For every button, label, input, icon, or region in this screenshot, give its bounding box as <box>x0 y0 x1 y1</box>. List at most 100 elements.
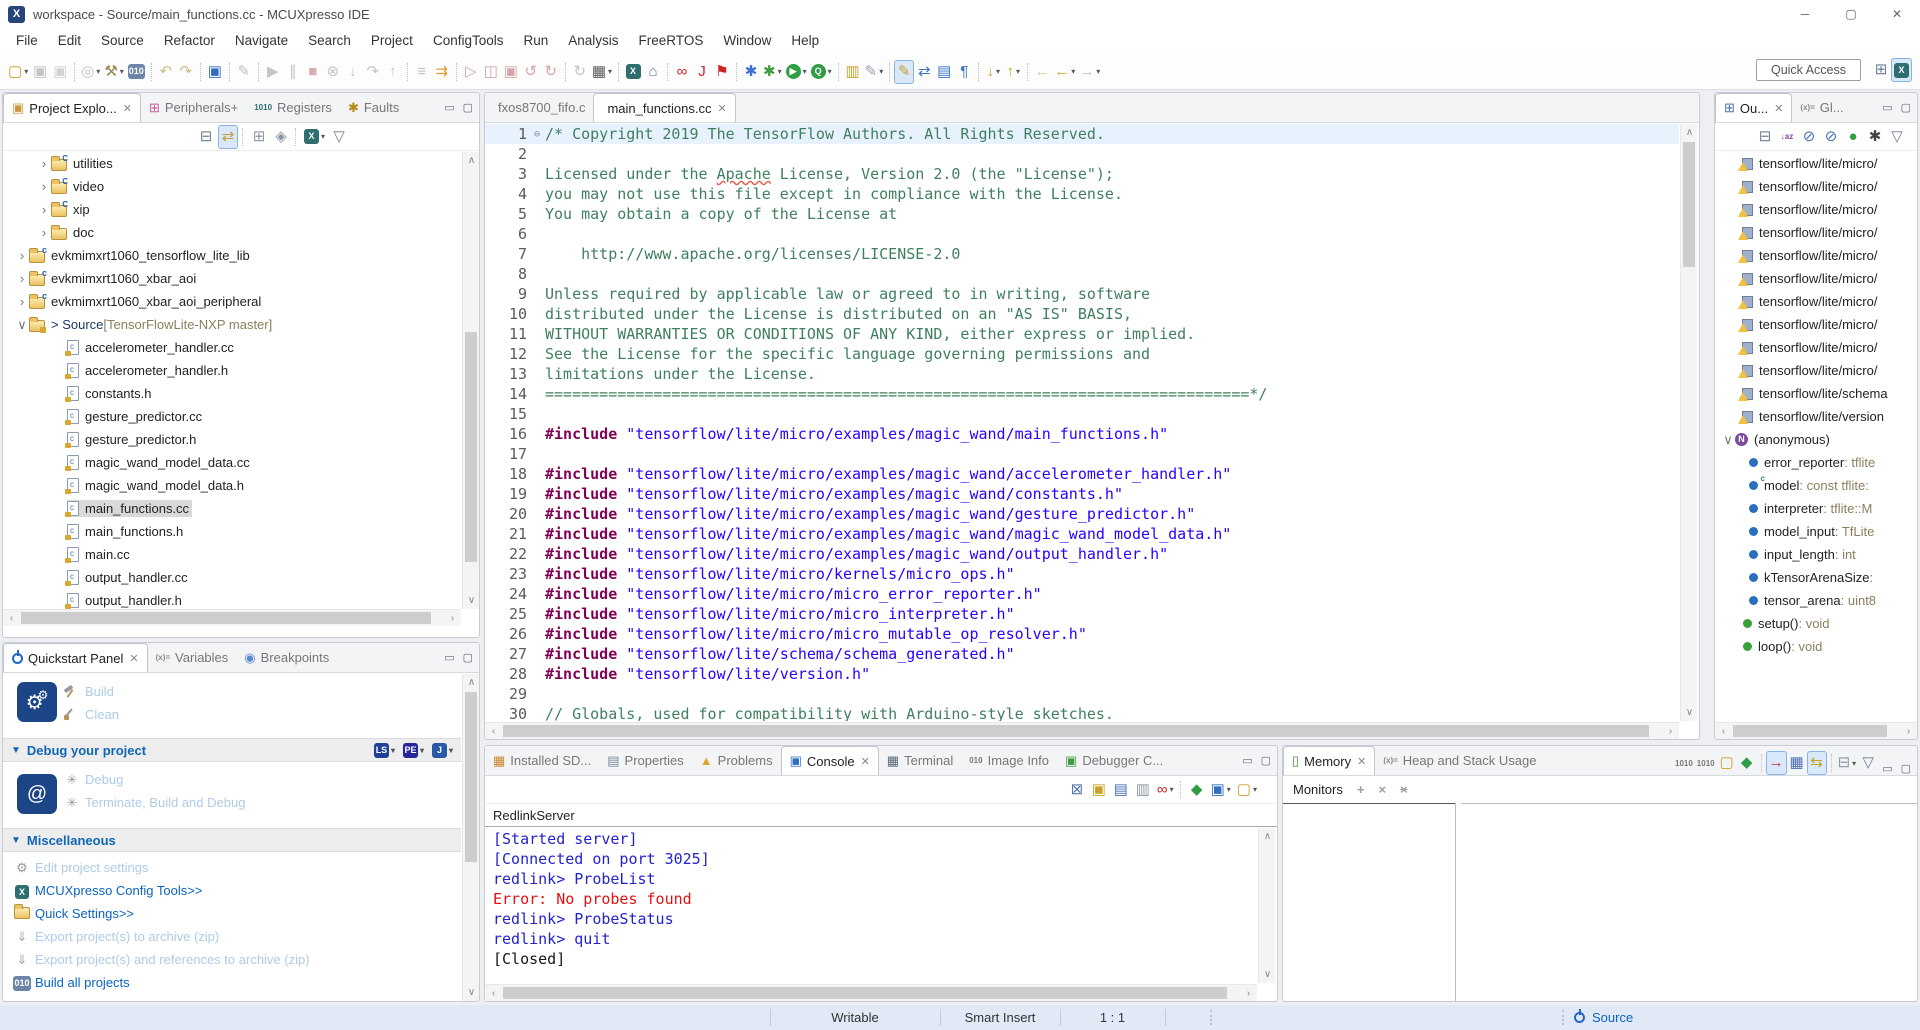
code-line[interactable]: 18#include "tensorflow/lite/micro/exampl… <box>485 464 1679 484</box>
menu-analysis[interactable]: Analysis <box>558 28 628 54</box>
reset-button[interactable]: ↻ <box>541 60 561 84</box>
menu-project[interactable]: Project <box>361 28 423 54</box>
outline-item[interactable]: interpreter : tflite::M <box>1715 497 1917 520</box>
show-skipped-breakpoints-button[interactable]: ≡ <box>412 60 432 84</box>
tree-item[interactable]: accelerometer_handler.h <box>3 359 461 382</box>
jlink-probe-button[interactable]: J▾ <box>432 743 453 758</box>
toggle-memory-monitors-button[interactable]: ▦ <box>1787 751 1807 775</box>
filters-button[interactable]: ✱ <box>1865 125 1885 149</box>
outline-item[interactable]: model_input : TfLite <box>1715 520 1917 543</box>
pin-console-button[interactable]: ◆ <box>1187 778 1207 802</box>
console-vertical-scrollbar[interactable]: ∧ ∨ <box>1258 828 1275 983</box>
save-all-button[interactable]: ▣ <box>50 60 70 84</box>
quick-settings-link[interactable]: Quick Settings>> <box>13 902 461 925</box>
code-line[interactable]: 17 <box>485 444 1679 464</box>
undo-button[interactable]: ↶ <box>156 60 176 84</box>
view-menu-button[interactable]: ▽ <box>329 125 349 149</box>
layout-button[interactable]: ⊟▾ <box>1836 751 1859 775</box>
outline-item[interactable]: loop() : void <box>1715 635 1917 658</box>
tree-item-body[interactable]: video <box>51 179 104 194</box>
remove-all-monitors-button[interactable]: × <box>1400 782 1408 797</box>
tree-item[interactable]: gesture_predictor.h <box>3 428 461 451</box>
suspend-button[interactable]: ∥ <box>283 60 303 84</box>
tree-item[interactable]: main.cc <box>3 543 461 566</box>
code-line[interactable]: 7 http://www.apache.org/licenses/LICENSE… <box>485 244 1679 264</box>
code-line[interactable]: 25#include "tensorflow/lite/micro/micro_… <box>485 604 1679 624</box>
scroll-left-icon[interactable]: ‹ <box>485 723 502 740</box>
scroll-up-icon[interactable]: ∧ <box>463 674 480 691</box>
link-with-debug-button[interactable]: ∞▾ <box>1155 778 1176 802</box>
menu-help[interactable]: Help <box>781 28 829 54</box>
tree-item-body[interactable]: evkmimxrt1060_xbar_aoi <box>29 271 196 286</box>
mcuxpresso-button[interactable]: X <box>623 60 643 84</box>
outline-item[interactable]: input_length : int <box>1715 543 1917 566</box>
minimize-view-icon[interactable]: ▭ <box>1242 754 1252 767</box>
console-output[interactable]: [Started server][Connected on port 3025]… <box>493 830 1257 983</box>
save-button[interactable]: ▣ <box>30 60 50 84</box>
working-sets-button[interactable]: ◈ <box>271 125 291 149</box>
outline-item[interactable]: tensorflow/lite/micro/ <box>1715 175 1917 198</box>
maximize-view-icon[interactable]: ▢ <box>463 651 473 664</box>
code-line[interactable]: 15 <box>485 404 1679 424</box>
expanded-arrow-icon[interactable]: ∨ <box>15 317 29 333</box>
dropdown-arrow-icon[interactable]: ▾ <box>24 67 28 76</box>
tree-item-body[interactable]: magic_wand_model_data.h <box>67 478 244 493</box>
tree-item-body[interactable]: gesture_predictor.h <box>67 432 196 447</box>
scroll-up-icon[interactable]: ∧ <box>1259 828 1276 845</box>
develop-perspective-button[interactable]: X <box>1891 58 1912 82</box>
tree-item[interactable]: main_functions.cc <box>3 497 461 520</box>
tab-image-info[interactable]: 010Image Info <box>961 746 1057 775</box>
scroll-right-icon[interactable]: › <box>444 610 461 627</box>
dropdown-arrow-icon[interactable]: ▾ <box>1227 785 1231 794</box>
code-line[interactable]: 8 <box>485 264 1679 284</box>
build-link[interactable]: Build <box>63 680 461 703</box>
code-line[interactable]: 2 <box>485 144 1679 164</box>
tab-fxos8700-fifo-c[interactable]: fxos8700_fifo.c <box>485 93 593 122</box>
tab-registers[interactable]: 1010Registers <box>246 93 340 122</box>
tree-item[interactable]: ›evkmimxrt1060_xbar_aoi <box>3 267 461 290</box>
export-project-refs-link[interactable]: ⇓Export project(s) and references to arc… <box>13 948 461 971</box>
tab-quickstart-panel[interactable]: Quickstart Panel✕ <box>3 643 148 672</box>
dropdown-arrow-icon[interactable]: ▾ <box>608 67 612 76</box>
dropdown-arrow-icon[interactable]: ▾ <box>1016 67 1020 76</box>
terminate-button[interactable]: ■ <box>303 60 323 84</box>
linkserver-probe-button[interactable]: LS▾ <box>374 743 395 758</box>
menu-file[interactable]: File <box>6 28 48 54</box>
code-line[interactable]: 22#include "tensorflow/lite/micro/exampl… <box>485 544 1679 564</box>
tab-problems[interactable]: ▲Problems <box>692 746 781 775</box>
sync-edit-button[interactable]: ⇄ <box>914 60 934 84</box>
switch-memory-monitor-button[interactable]: → <box>1766 751 1787 775</box>
miscellaneous-section-header[interactable]: ▼ Miscellaneous <box>3 828 461 852</box>
tree-item[interactable]: main_functions.h <box>3 520 461 543</box>
edit-project-settings-link[interactable]: ⚙Edit project settings <box>13 856 461 879</box>
expanded-arrow-icon[interactable]: ∨ <box>1721 432 1735 448</box>
collapsed-arrow-icon[interactable]: › <box>15 248 29 263</box>
redlink-boot-button[interactable]: J <box>692 60 712 84</box>
tree-item-body[interactable]: magic_wand_model_data.cc <box>67 455 250 470</box>
selected-tree-item[interactable]: main_functions.cc <box>67 500 192 517</box>
code-line[interactable]: 21#include "tensorflow/lite/micro/exampl… <box>485 524 1679 544</box>
hide-fields-button[interactable]: ⊘ <box>1799 125 1819 149</box>
tree-item-body[interactable]: output_handler.cc <box>67 570 188 585</box>
dropdown-arrow-icon[interactable]: ▾ <box>879 67 883 76</box>
open-resource-button[interactable]: ▥ <box>843 60 863 84</box>
minimize-view-icon[interactable]: ▭ <box>1882 762 1892 775</box>
menu-navigate[interactable]: Navigate <box>225 28 298 54</box>
menu-run[interactable]: Run <box>514 28 559 54</box>
add-monitor-button[interactable]: + <box>1357 782 1365 797</box>
tab-breakpoints[interactable]: ◉Breakpoints <box>236 643 337 672</box>
redlink-connect-button[interactable]: ∞ <box>672 60 692 84</box>
collapsed-arrow-icon[interactable]: › <box>37 156 51 171</box>
outline-item[interactable]: tensorflow/lite/version <box>1715 405 1917 428</box>
step-into-button[interactable]: ↓ <box>343 60 363 84</box>
tree-item-body[interactable]: > Source [TensorFlowLite-NXP master] <box>29 317 272 332</box>
tree-item[interactable]: ›xip <box>3 198 461 221</box>
code-line[interactable]: 1⊖/* Copyright 2019 The TensorFlow Autho… <box>485 124 1679 144</box>
explorer-vertical-scrollbar[interactable]: ∧ ∨ <box>462 152 479 609</box>
dropdown-arrow-icon[interactable]: ▾ <box>96 67 100 76</box>
pin-editor-button[interactable]: ✎ <box>234 60 254 84</box>
maximize-window-button[interactable]: ▢ <box>1828 0 1874 28</box>
pin-memory-button[interactable]: ◆ <box>1737 751 1757 775</box>
scroll-left-icon[interactable]: ‹ <box>485 985 502 1002</box>
menu-refactor[interactable]: Refactor <box>154 28 225 54</box>
